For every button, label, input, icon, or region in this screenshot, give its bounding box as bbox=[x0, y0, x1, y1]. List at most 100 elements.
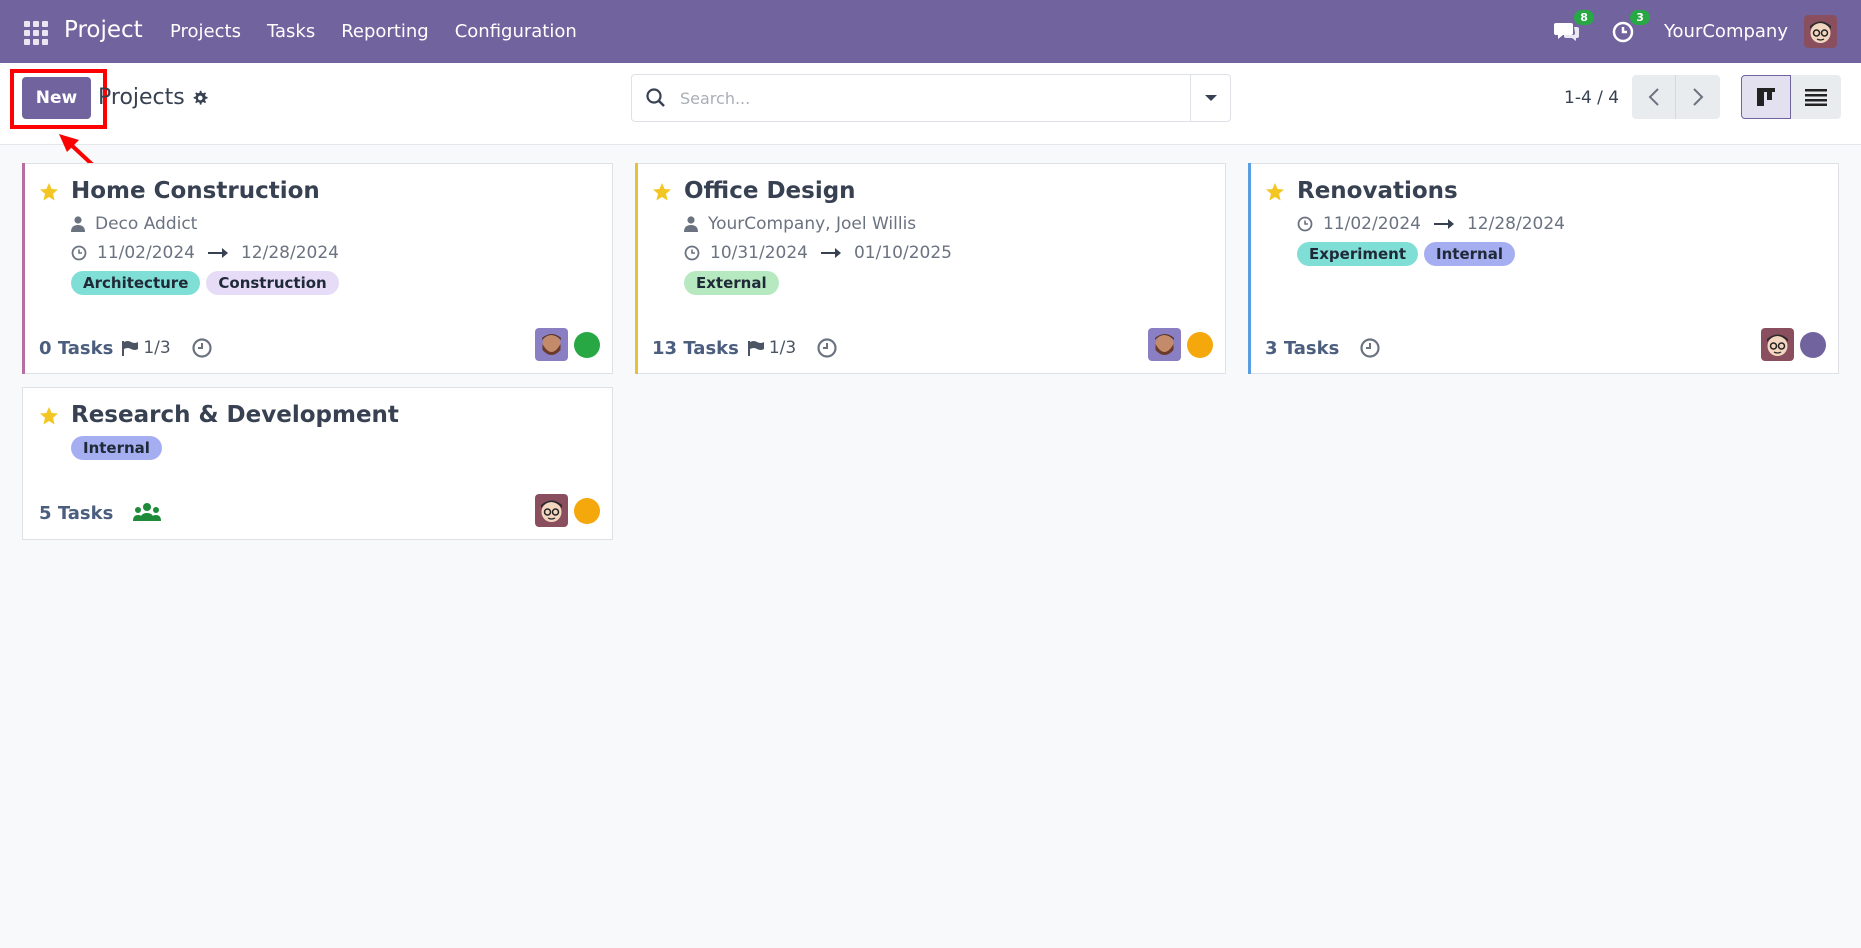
kanban-icon bbox=[1757, 88, 1775, 106]
card-right-footer bbox=[1148, 328, 1213, 361]
glasses-avatar-icon bbox=[1761, 328, 1794, 361]
date-row: 10/31/2024 01/10/2025 bbox=[684, 243, 952, 263]
new-button[interactable]: New bbox=[22, 77, 91, 119]
tasks-link[interactable]: 0 Tasks bbox=[39, 338, 113, 359]
customer-name: YourCompany, Joel Willis bbox=[708, 214, 917, 234]
view-switcher bbox=[1741, 75, 1841, 119]
app-menu-icon[interactable] bbox=[22, 19, 48, 45]
search-icon bbox=[646, 88, 665, 107]
project-card-office-design[interactable]: Office Design YourCompany, Joel Willis 1… bbox=[635, 163, 1226, 374]
date-start: 11/02/2024 bbox=[97, 243, 195, 263]
manager-avatar[interactable] bbox=[1148, 328, 1181, 361]
milestone-count: 1/3 bbox=[143, 338, 171, 358]
tasks-link[interactable]: 3 Tasks bbox=[1265, 338, 1339, 359]
date-start: 11/02/2024 bbox=[1323, 214, 1421, 234]
clock-icon bbox=[71, 245, 87, 261]
manager-avatar[interactable] bbox=[535, 328, 568, 361]
card-color-stripe bbox=[1248, 163, 1251, 374]
menu-tasks[interactable]: Tasks bbox=[254, 21, 328, 42]
pager-value[interactable]: 1-4 / 4 bbox=[1564, 88, 1619, 108]
messages-badge: 8 bbox=[1574, 9, 1594, 25]
date-row: 11/02/2024 12/28/2024 bbox=[71, 243, 339, 263]
tag-list: Architecture Construction bbox=[71, 271, 345, 295]
breadcrumb: Projects bbox=[98, 85, 209, 110]
activities-badge: 3 bbox=[1630, 9, 1650, 25]
date-start: 10/31/2024 bbox=[710, 243, 808, 263]
tasks-count: 0 bbox=[39, 337, 52, 359]
list-view-button[interactable] bbox=[1791, 75, 1841, 119]
manager-avatar[interactable] bbox=[1761, 328, 1794, 361]
pager-previous-button[interactable] bbox=[1632, 75, 1676, 119]
status-indicator[interactable] bbox=[574, 497, 600, 524]
date-end: 12/28/2024 bbox=[240, 243, 339, 263]
gear-icon[interactable] bbox=[191, 89, 209, 107]
customer-name: Deco Addict bbox=[95, 214, 198, 234]
tasks-count: 3 bbox=[1265, 337, 1278, 359]
search-options-toggle[interactable] bbox=[1190, 75, 1230, 121]
date-end: 01/10/2025 bbox=[853, 243, 952, 263]
tasks-link[interactable]: 13 Tasks bbox=[652, 338, 739, 359]
menu-configuration[interactable]: Configuration bbox=[442, 21, 590, 42]
card-right-footer bbox=[535, 328, 600, 361]
status-indicator[interactable] bbox=[1800, 331, 1826, 358]
activity-clock-icon[interactable] bbox=[816, 337, 838, 359]
tasks-count: 13 bbox=[652, 337, 678, 359]
user-avatar[interactable] bbox=[1804, 15, 1837, 48]
project-card-research-development[interactable]: Research & Development Internal 5 Tasks bbox=[22, 387, 613, 540]
tag-badge: Internal bbox=[71, 436, 162, 460]
tag-list: Internal bbox=[71, 436, 168, 460]
tag-list: External bbox=[684, 271, 785, 295]
activity-clock-icon[interactable] bbox=[1359, 337, 1381, 359]
card-footer: 3 Tasks bbox=[1265, 337, 1381, 359]
card-footer: 13 Tasks 1/3 bbox=[652, 337, 838, 359]
messages-button[interactable]: 8 bbox=[1552, 9, 1594, 47]
activities-button[interactable]: 3 bbox=[1608, 9, 1650, 47]
favorite-star-icon[interactable] bbox=[1265, 182, 1285, 202]
status-indicator[interactable] bbox=[574, 331, 600, 358]
card-footer: 5 Tasks bbox=[39, 501, 162, 525]
project-card-home-construction[interactable]: Home Construction Deco Addict 11/02/2024… bbox=[22, 163, 613, 374]
favorite-star-icon[interactable] bbox=[652, 182, 672, 202]
milestone-count: 1/3 bbox=[768, 338, 797, 358]
arrow-right-icon bbox=[1433, 219, 1454, 229]
milestone-indicator[interactable]: 1/3 bbox=[747, 338, 796, 358]
tag-badge: External bbox=[684, 271, 779, 295]
menu-projects[interactable]: Projects bbox=[157, 21, 254, 42]
favorite-star-icon[interactable] bbox=[39, 406, 59, 426]
menu-reporting[interactable]: Reporting bbox=[328, 21, 442, 42]
milestone-indicator[interactable]: 1/3 bbox=[121, 338, 171, 358]
tag-list: Experiment Internal bbox=[1297, 242, 1521, 266]
top-navbar: Project Projects Tasks Reporting Configu… bbox=[0, 0, 1861, 63]
user-icon bbox=[71, 216, 85, 232]
search-bar bbox=[631, 74, 1231, 122]
project-card-renovations[interactable]: Renovations 11/02/2024 12/28/2024 Experi… bbox=[1248, 163, 1839, 374]
users-group-icon[interactable] bbox=[133, 501, 162, 525]
tag-badge: Internal bbox=[1424, 242, 1515, 266]
kanban-view-button[interactable] bbox=[1741, 75, 1791, 119]
app-brand[interactable]: Project bbox=[64, 17, 143, 43]
card-color-stripe bbox=[635, 163, 638, 374]
customer-row: YourCompany, Joel Willis bbox=[684, 214, 916, 234]
pager-next-button[interactable] bbox=[1676, 75, 1720, 119]
tag-badge: Architecture bbox=[71, 271, 201, 295]
tasks-word: Tasks bbox=[1283, 337, 1340, 359]
user-avatar-icon bbox=[1804, 15, 1837, 48]
company-switcher[interactable]: YourCompany bbox=[1664, 21, 1788, 42]
activity-clock-icon[interactable] bbox=[191, 337, 213, 359]
chevron-left-icon bbox=[1648, 88, 1659, 106]
tasks-link[interactable]: 5 Tasks bbox=[39, 503, 113, 524]
systray: 8 3 YourCompany bbox=[1552, 0, 1861, 63]
caret-down-icon bbox=[1204, 95, 1217, 101]
pager-buttons bbox=[1632, 75, 1720, 119]
manager-avatar[interactable] bbox=[535, 494, 568, 527]
status-indicator[interactable] bbox=[1187, 331, 1213, 358]
date-row: 11/02/2024 12/28/2024 bbox=[1297, 214, 1565, 234]
tasks-count: 5 bbox=[39, 502, 52, 524]
list-icon bbox=[1805, 89, 1827, 106]
tasks-word: Tasks bbox=[683, 337, 739, 359]
tasks-word: Tasks bbox=[57, 337, 114, 359]
favorite-star-icon[interactable] bbox=[39, 182, 59, 202]
tasks-word: Tasks bbox=[57, 502, 114, 524]
search-input[interactable] bbox=[680, 76, 1180, 120]
user-icon bbox=[684, 216, 698, 232]
